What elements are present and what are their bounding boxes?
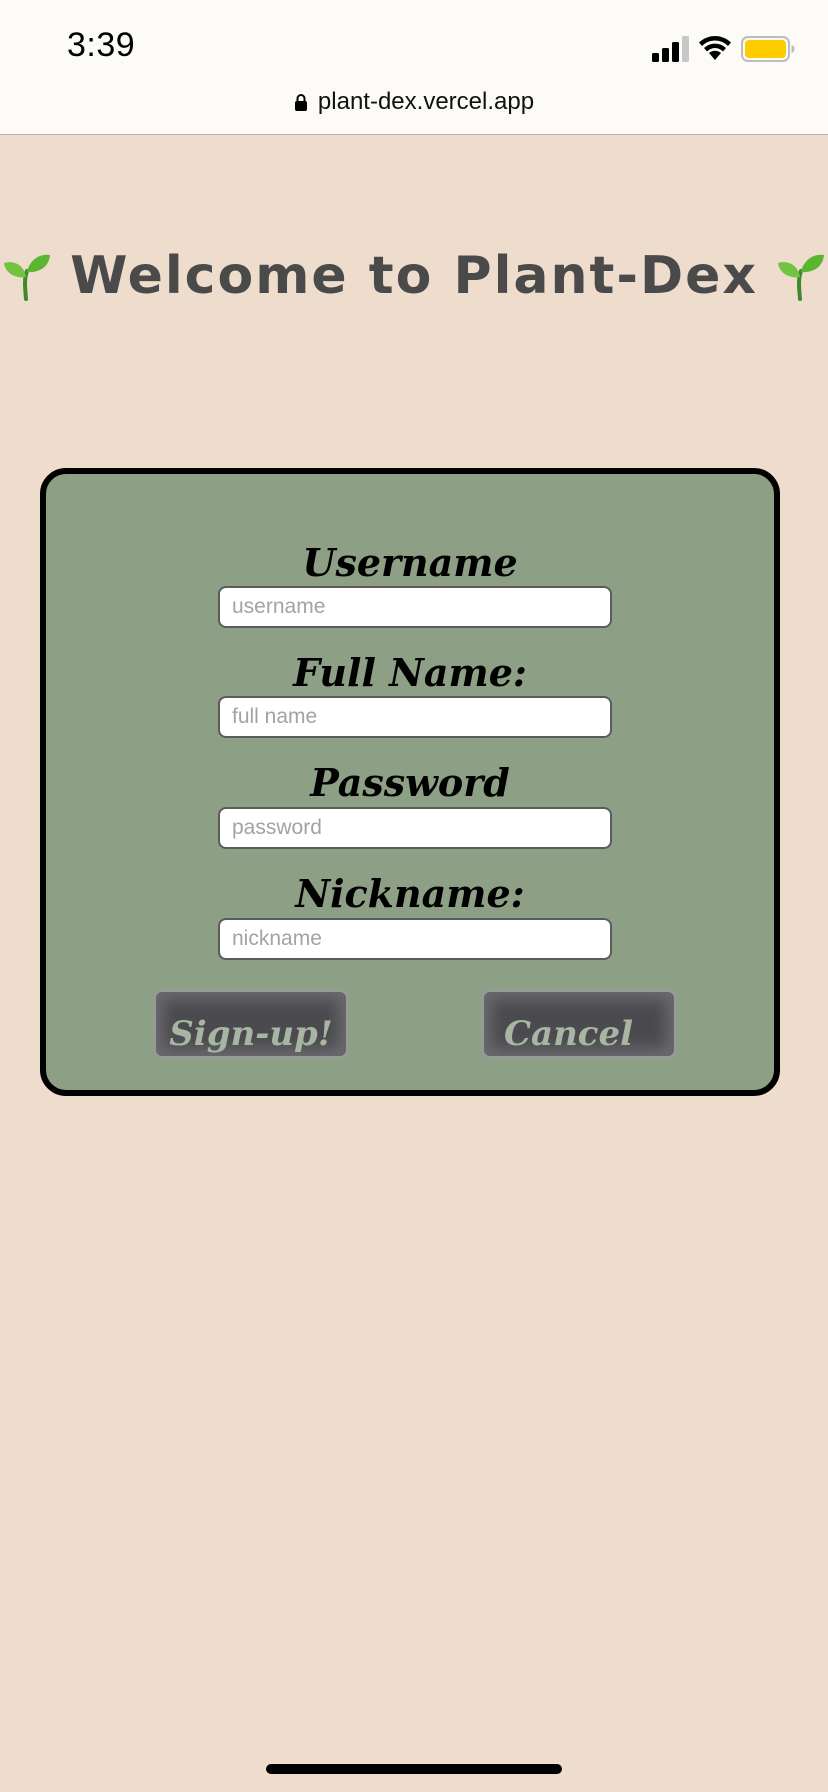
full-name-label: Full Name: bbox=[293, 650, 527, 695]
lock-icon bbox=[294, 94, 307, 111]
nickname-label: Nickname: bbox=[295, 871, 525, 916]
wifi-icon bbox=[699, 36, 731, 60]
signup-button[interactable]: Sign-up! bbox=[154, 990, 348, 1058]
seedling-icon bbox=[4, 254, 51, 301]
username-label: Username bbox=[302, 540, 518, 585]
battery-icon bbox=[741, 36, 795, 62]
browser-address-bar[interactable]: plant-dex.vercel.app bbox=[0, 78, 828, 135]
password-input[interactable] bbox=[218, 807, 612, 849]
cancel-button[interactable]: Cancel bbox=[482, 990, 676, 1058]
signup-form-card: Username Full Name: Password Nickname: S… bbox=[40, 468, 780, 1096]
password-label: Password bbox=[310, 760, 510, 805]
home-indicator[interactable] bbox=[266, 1764, 562, 1774]
page-title: Welcome to Plant-Dex bbox=[70, 246, 758, 306]
cellular-signal-icon bbox=[652, 36, 689, 62]
browser-url: plant-dex.vercel.app bbox=[317, 88, 535, 115]
status-bar: 3:39 bbox=[0, 0, 828, 90]
seedling-icon bbox=[777, 254, 824, 301]
username-input[interactable] bbox=[218, 586, 612, 628]
full-name-input[interactable] bbox=[218, 696, 612, 738]
status-time: 3:39 bbox=[67, 26, 136, 64]
nickname-input[interactable] bbox=[218, 918, 612, 960]
page-title-row: Welcome to Plant-Dex bbox=[0, 246, 828, 306]
